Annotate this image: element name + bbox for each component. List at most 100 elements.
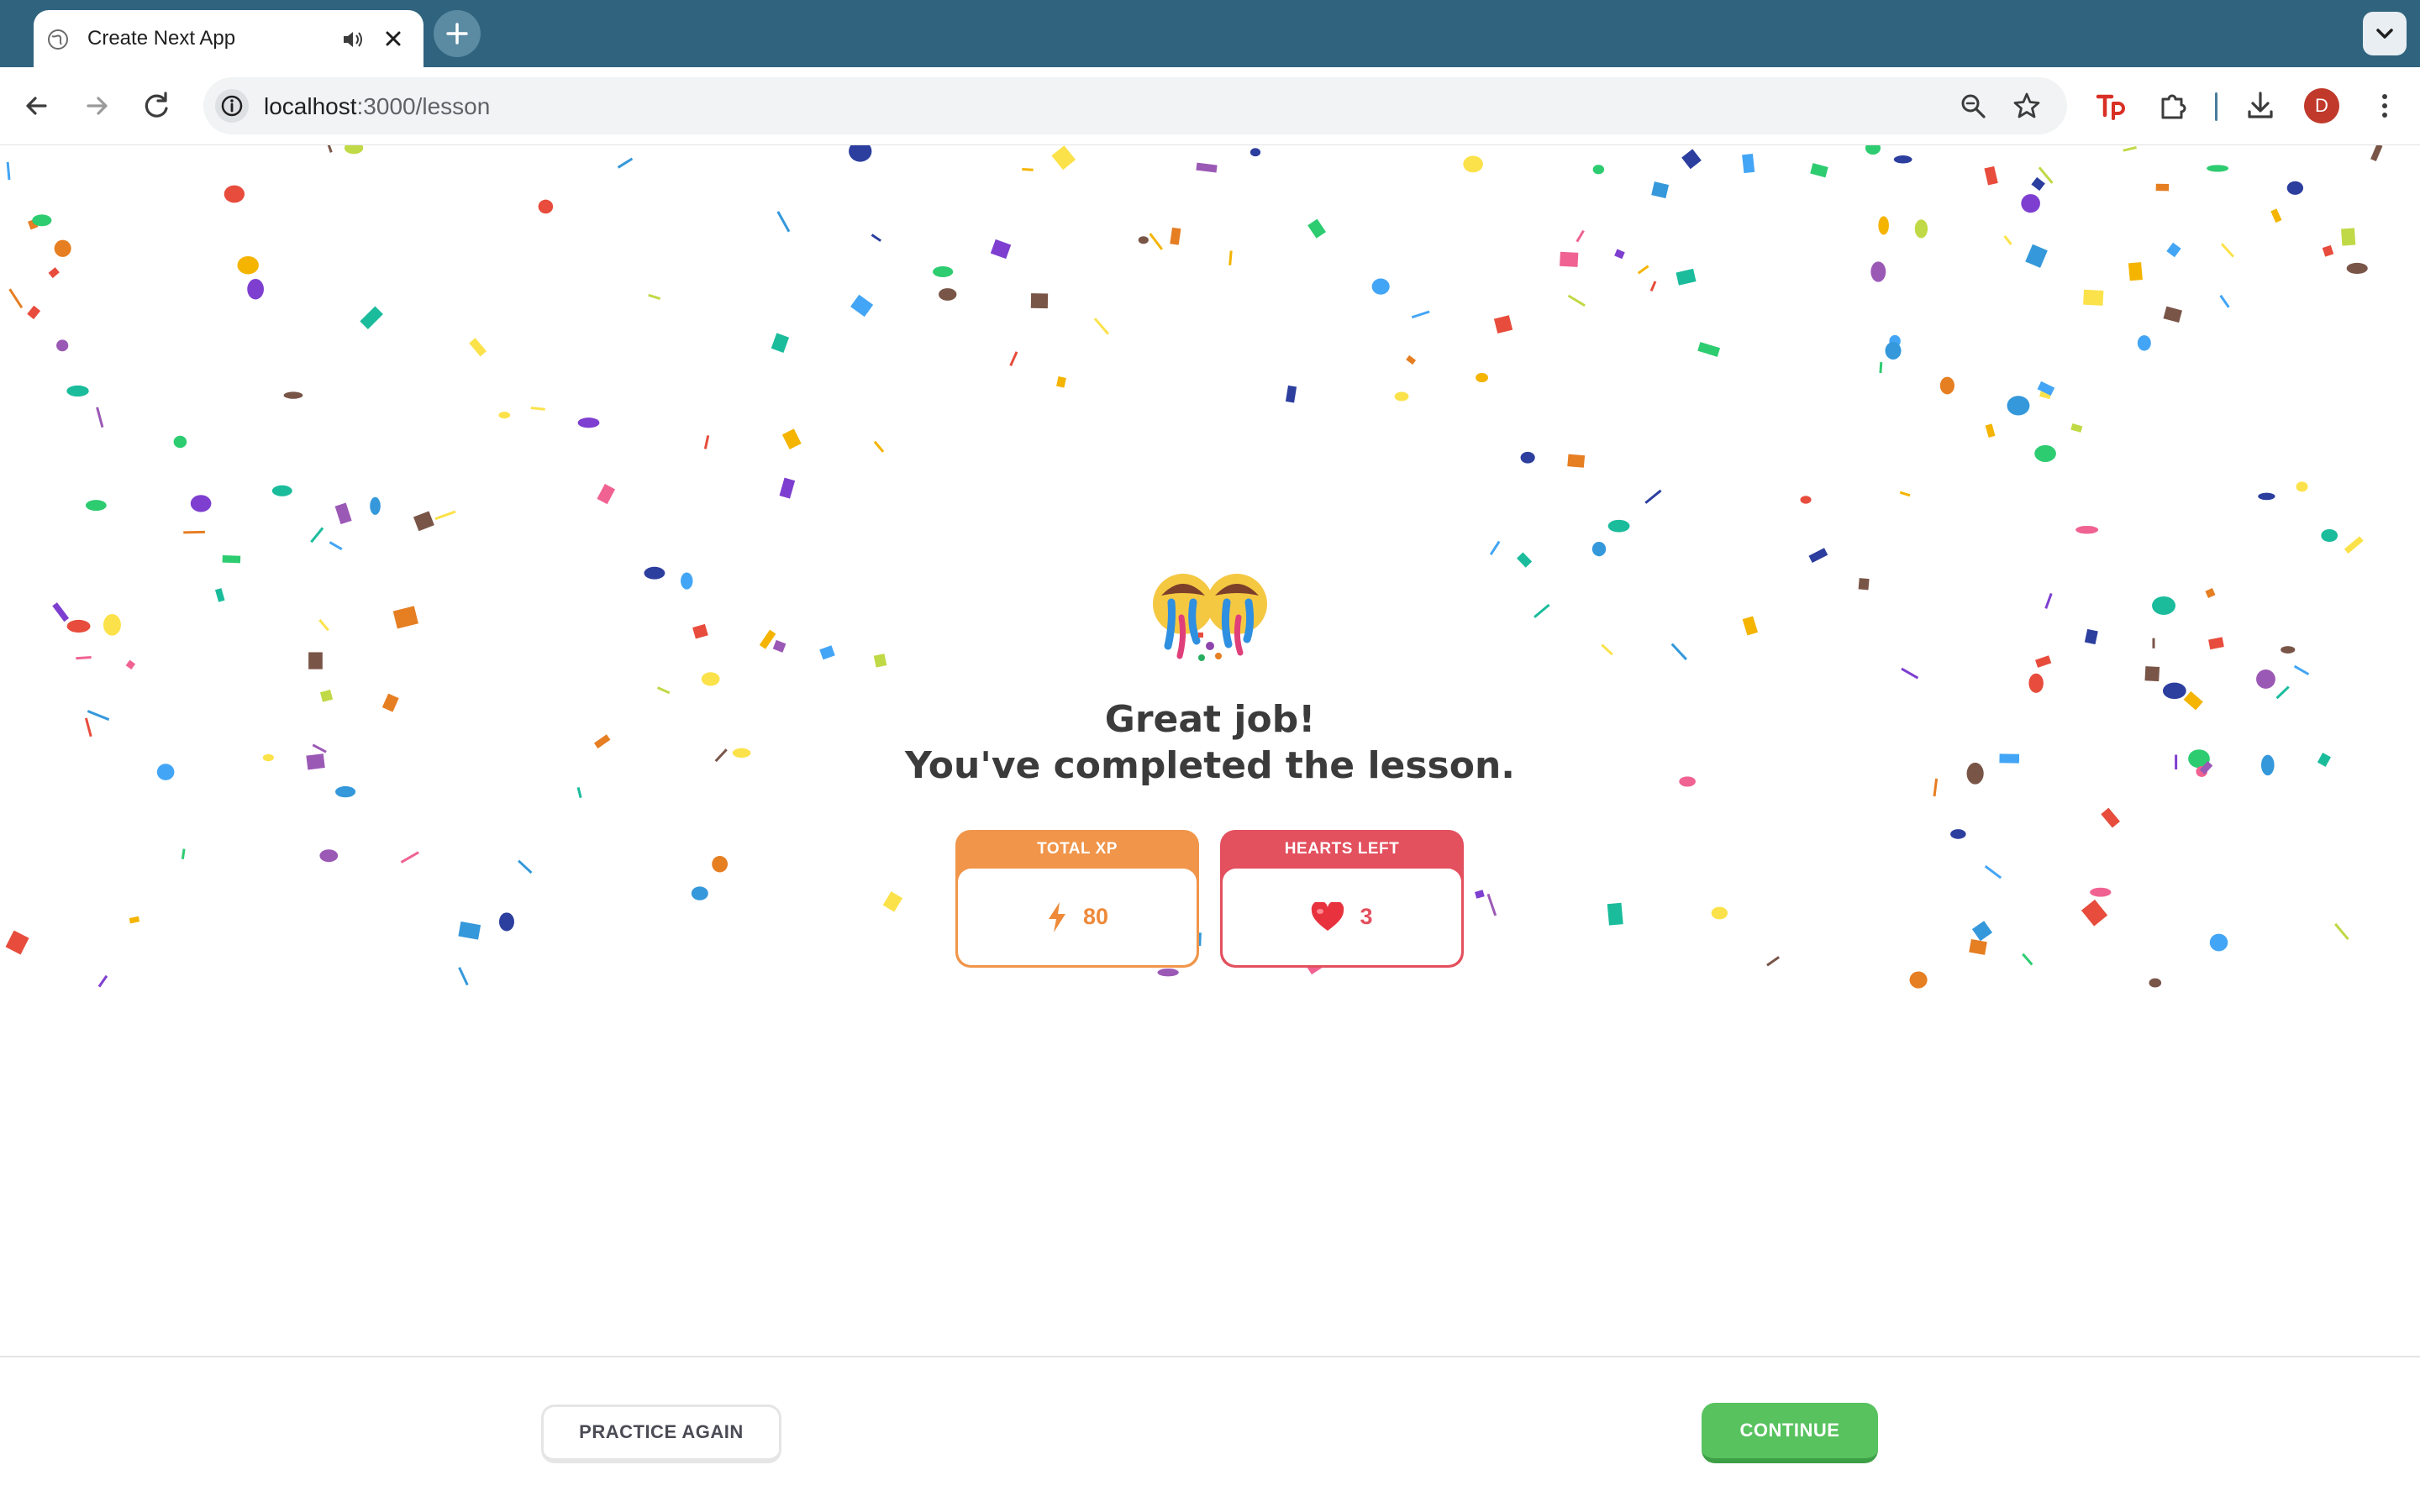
confetti-piece xyxy=(1676,268,1697,286)
confetti-piece xyxy=(1742,616,1759,636)
confetti-piece xyxy=(2022,953,2033,966)
total-xp-card: TOTAL XP 80 xyxy=(955,830,1199,968)
confetti-piece xyxy=(759,629,776,649)
extensions-puzzle-icon[interactable] xyxy=(2153,86,2193,126)
confetti-piece xyxy=(1808,548,1828,564)
continue-button[interactable]: CONTINUE xyxy=(1702,1403,1878,1463)
confetti-piece xyxy=(2293,664,2310,676)
confetti-piece xyxy=(2128,262,2143,281)
confetti-piece xyxy=(1170,227,1181,245)
confetti-piece xyxy=(329,541,343,551)
heart-icon xyxy=(1312,901,1344,931)
confetti-piece xyxy=(324,145,333,153)
confetti-piece xyxy=(714,748,728,763)
confetti-piece xyxy=(214,588,225,602)
confetti-piece xyxy=(882,891,903,912)
confetti-piece xyxy=(849,145,872,162)
confetti-piece xyxy=(2344,536,2364,554)
confetti-piece xyxy=(2286,181,2304,195)
confetti-piece xyxy=(1914,219,1928,239)
confetti-piece xyxy=(2025,244,2048,268)
confetti-piece xyxy=(1870,261,1886,282)
confetti-piece xyxy=(1909,971,1928,989)
confetti-piece xyxy=(2081,899,2108,927)
browser-tab[interactable]: Create Next App xyxy=(34,10,424,67)
confetti-piece xyxy=(2137,335,2151,351)
confetti-piece xyxy=(173,435,187,449)
translate-extension-icon[interactable] xyxy=(2091,86,2131,126)
confetti-piece xyxy=(1157,968,1179,977)
confetti-piece xyxy=(1984,165,1998,186)
confetti-piece xyxy=(732,748,751,759)
confetti-piece xyxy=(2035,655,2052,668)
confetti-piece xyxy=(2260,754,2275,776)
confetti-piece xyxy=(2044,592,2053,609)
confetti-piece xyxy=(1985,423,1996,438)
confetti-piece xyxy=(310,527,324,543)
confetti-piece xyxy=(2220,243,2235,258)
confetti-piece xyxy=(498,912,514,932)
confetti-piece xyxy=(319,690,334,702)
confetti-piece xyxy=(125,659,136,670)
zoom-icon[interactable] xyxy=(1958,91,1988,121)
confetti-piece xyxy=(2183,690,2203,711)
confetti-piece xyxy=(1885,342,1902,360)
confetti-piece xyxy=(85,500,107,512)
hearts-left-card: HEARTS LEFT 3 xyxy=(1220,830,1464,968)
confetti-piece xyxy=(873,440,885,453)
browser-tabstrip: Create Next App xyxy=(0,0,2420,67)
confetti-piece xyxy=(1486,893,1497,916)
confetti-piece xyxy=(335,785,356,798)
more-menu-icon[interactable] xyxy=(2365,86,2405,126)
confetti-piece xyxy=(222,555,241,564)
confetti-piece xyxy=(87,710,110,722)
confetti-piece xyxy=(1567,454,1586,468)
confetti-piece xyxy=(1971,921,1993,942)
practice-again-button[interactable]: PRACTICE AGAIN xyxy=(541,1404,781,1463)
confetti-piece xyxy=(247,278,264,300)
profile-avatar[interactable]: D xyxy=(2304,88,2339,123)
site-info-button[interactable] xyxy=(215,89,249,123)
confetti-piece xyxy=(56,339,69,352)
confetti-piece xyxy=(2075,525,2099,534)
confetti-piece xyxy=(2031,176,2045,192)
address-bar[interactable]: localhost:3000/lesson xyxy=(203,77,2067,134)
close-icon[interactable] xyxy=(381,27,405,50)
bookmark-star-icon[interactable] xyxy=(2012,91,2042,121)
confetti-piece xyxy=(2370,145,2383,162)
confetti-piece xyxy=(400,851,419,864)
confetti-piece xyxy=(1742,153,1755,174)
confetti-piece xyxy=(156,764,175,780)
new-tab-button[interactable] xyxy=(434,10,481,57)
confetti-piece xyxy=(2208,637,2224,650)
forward-arrow-icon[interactable] xyxy=(76,86,117,126)
confetti-piece xyxy=(1285,385,1297,403)
confetti-piece xyxy=(712,855,728,873)
confetti-piece xyxy=(370,496,381,515)
confetti-piece xyxy=(1406,354,1417,365)
confetti-piece xyxy=(2163,306,2182,323)
confetti-piece xyxy=(850,294,874,318)
back-arrow-icon[interactable] xyxy=(17,86,57,126)
confetti-piece xyxy=(771,333,790,353)
confetti-piece xyxy=(939,288,957,301)
confetti-piece xyxy=(1939,376,1954,395)
confetti-piece xyxy=(1601,643,1613,656)
confetti-piece xyxy=(576,787,582,798)
confetti-piece xyxy=(392,606,418,629)
tab-search-button[interactable] xyxy=(2363,12,2407,55)
confetti-piece xyxy=(2101,807,2120,828)
confetti-piece xyxy=(1009,351,1018,366)
confetti-piece xyxy=(334,502,352,525)
confetti-piece xyxy=(66,385,89,397)
reload-icon[interactable] xyxy=(137,86,177,126)
confetti-piece xyxy=(381,693,399,712)
speaker-icon[interactable] xyxy=(341,29,365,50)
confetti-piece xyxy=(2021,194,2040,213)
confetti-piece xyxy=(1800,496,1812,504)
total-xp-body: 80 xyxy=(958,869,1197,965)
confetti-piece xyxy=(8,288,24,309)
download-icon[interactable] xyxy=(2240,86,2281,126)
confetti-piece xyxy=(597,483,616,505)
confetti-piece xyxy=(1493,315,1513,334)
